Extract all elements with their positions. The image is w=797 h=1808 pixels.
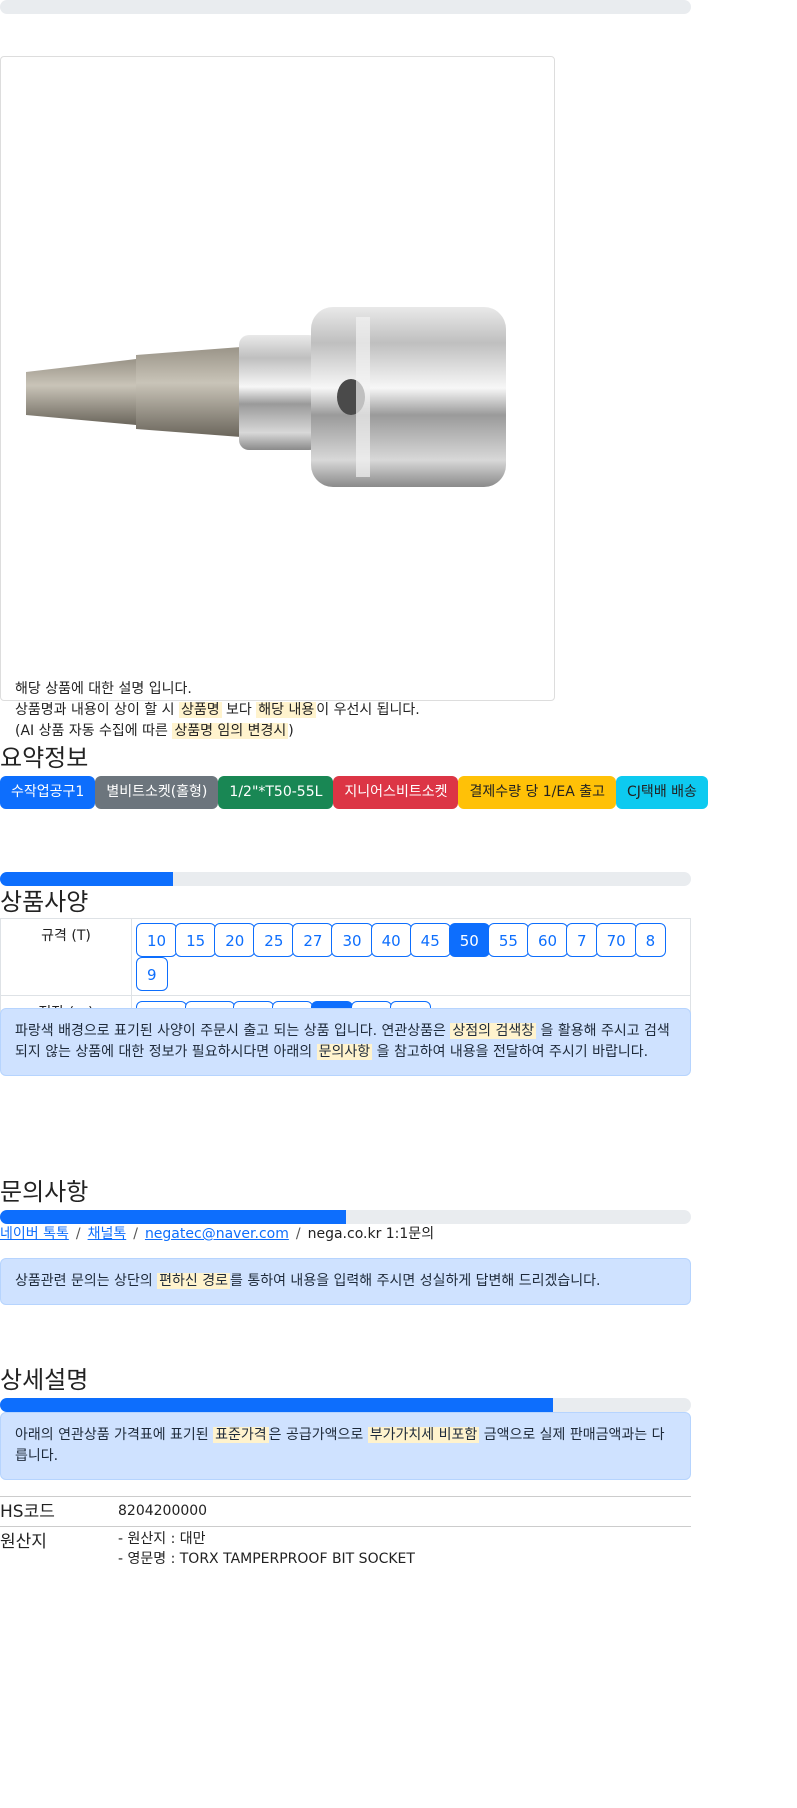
site-inquiry-text: nega.co.kr 1:1문의: [307, 1226, 435, 1242]
channel-talk-link[interactable]: 채널톡: [88, 1226, 127, 1242]
alert-text: 을 참고하여 내용을 전달하여 주시기 바랍니다.: [376, 1044, 649, 1060]
detail-progress-fill: [0, 1398, 553, 1412]
product-card: 해당 상품에 대한 설명 입니다. 상품명과 내용이 상이 할 시 상품명 보다…: [0, 56, 555, 739]
spec-alert: 파랑색 배경으로 표기된 사양이 주문시 출고 되는 상품 입니다. 연관상품은…: [0, 1008, 691, 1076]
spec-option-27[interactable]: 27: [292, 923, 334, 957]
summary-badge: 수작업공구1: [0, 776, 96, 809]
notice-highlight: 상품명: [178, 702, 222, 718]
spec-option-55[interactable]: 55: [487, 923, 529, 957]
notice-text: 이 우선시 됩니다.: [316, 702, 420, 718]
separator: /: [75, 1226, 81, 1242]
notice-highlight: 상품명 임의 변경시: [172, 723, 289, 739]
spec-option-50[interactable]: 50: [448, 923, 490, 957]
notice-line-1: 해당 상품에 대한 설명 입니다.: [15, 681, 192, 697]
spec-option-8[interactable]: 8: [634, 923, 667, 957]
email-link[interactable]: negatec@naver.com: [145, 1226, 289, 1242]
origin-line: - 원산지 : 대만: [118, 1531, 206, 1547]
alert-text: 은 공급가액으로: [268, 1427, 364, 1443]
summary-badge: 결제수량 당 1/EA 출고: [458, 776, 617, 809]
separator: /: [295, 1226, 301, 1242]
contact-links: 네이버 톡톡 / 채널톡 / negatec@naver.com / nega.co.kr …: [0, 1223, 434, 1243]
spec-option-45[interactable]: 45: [409, 923, 451, 957]
spec-option-70[interactable]: 70: [595, 923, 637, 957]
detail-progress-bar: [0, 1398, 691, 1412]
top-progress-bar: [0, 0, 691, 14]
notice-line-2: 상품명과 내용이 상이 할 시 상품명 보다 해당 내용 이 우선시 됩니다.: [15, 700, 420, 721]
origin-label: 원산지: [0, 1532, 47, 1552]
inquiry-alert: 상품관련 문의는 상단의 편하신 경로 를 통하여 내용을 입력해 주시면 성실하…: [0, 1258, 691, 1305]
summary-badge: 지니어스비트소켓: [333, 776, 459, 809]
spec-option-60[interactable]: 60: [526, 923, 569, 957]
spec-progress-bar: [0, 872, 691, 886]
hs-code-value: 8204200000: [118, 1503, 208, 1519]
spec-option-7[interactable]: 7: [566, 923, 598, 957]
spec-options: 10 15 20 25 27 30 40 45 50 55 60 7 70 8 9: [131, 918, 691, 996]
spec-title: 상품사양: [0, 888, 89, 916]
inquiry-title: 문의사항: [0, 1178, 89, 1206]
spec-row: 규격 (T) 10 15 20 25 27 30 40 45 50 55 60 7 70 8 9: [0, 918, 691, 996]
notice-text: 상품명과 내용이 상이 할 시: [15, 702, 175, 718]
detail-alert: 아래의 연관상품 가격표에 표기된 표준가격 은 공급가액으로 부가가치세 비포함…: [0, 1412, 691, 1480]
inquiry-progress-bar: [0, 1210, 691, 1224]
notice-highlight: 해당 내용: [256, 702, 317, 718]
origin-row: 원산지 - 원산지 : 대만 - 영문명 : TORX TAMPERPROOF …: [0, 1526, 691, 1576]
separator: /: [133, 1226, 138, 1242]
spec-label: 규격 (T): [0, 918, 132, 996]
spec-option-25[interactable]: 25: [253, 923, 295, 957]
naver-talk-link[interactable]: 네이버 톡톡: [0, 1226, 69, 1242]
alert-text: 를 통하여 내용을 입력해 주시면 성실하게 답변해 드리겠습니다.: [230, 1273, 601, 1289]
origin-value: - 원산지 : 대만 - 영문명 : TORX TAMPERPROOF BIT …: [118, 1529, 415, 1569]
spec-option-40[interactable]: 40: [370, 923, 412, 957]
summary-badge: 별비트소켓(홀형): [95, 776, 219, 809]
alert-highlight: 문의사항: [316, 1044, 373, 1060]
alert-text: 아래의 연관상품 가격표에 표기된: [15, 1427, 209, 1443]
product-image: [26, 307, 506, 487]
hs-code-row: HS코드 8204200000: [0, 1496, 691, 1526]
alert-highlight: 부가가치세 비포함: [367, 1427, 480, 1443]
spec-option-9[interactable]: 9: [136, 957, 168, 991]
origin-line: - 영문명 : TORX TAMPERPROOF BIT SOCKET: [118, 1551, 415, 1567]
summary-title: 요약정보: [0, 744, 89, 772]
spec-option-15[interactable]: 15: [175, 923, 217, 957]
notice-text: 보다: [226, 702, 252, 718]
alert-text: 파랑색 배경으로 표기된 사양이 주문시 출고 되는 상품 입니다. 연관상품은: [15, 1023, 446, 1039]
detail-title: 상세설명: [0, 1366, 89, 1394]
alert-highlight: 상점의 검색창: [450, 1023, 537, 1039]
hs-code-label: HS코드: [0, 1502, 55, 1522]
summary-badge: 1/2"*T50-55L: [218, 776, 334, 809]
alert-text: 상품관련 문의는 상단의: [15, 1273, 153, 1289]
spec-option-10[interactable]: 10: [136, 923, 178, 957]
summary-badges: 수작업공구1 별비트소켓(홀형) 1/2"*T50-55L 지니어스비트소켓 결…: [0, 776, 708, 809]
spec-option-30[interactable]: 30: [331, 923, 373, 957]
notice-text: ): [288, 723, 294, 739]
notice-text: (AI 상품 자동 수집에 따른: [15, 723, 168, 739]
spec-option-20[interactable]: 20: [214, 923, 256, 957]
product-notice: 해당 상품에 대한 설명 입니다. 상품명과 내용이 상이 할 시 상품명 보다…: [15, 679, 420, 742]
summary-badge: CJ택배 배송: [616, 776, 708, 809]
inquiry-progress-fill: [0, 1210, 346, 1224]
alert-highlight: 표준가격: [213, 1427, 269, 1443]
alert-highlight: 편하신 경로: [157, 1273, 231, 1289]
